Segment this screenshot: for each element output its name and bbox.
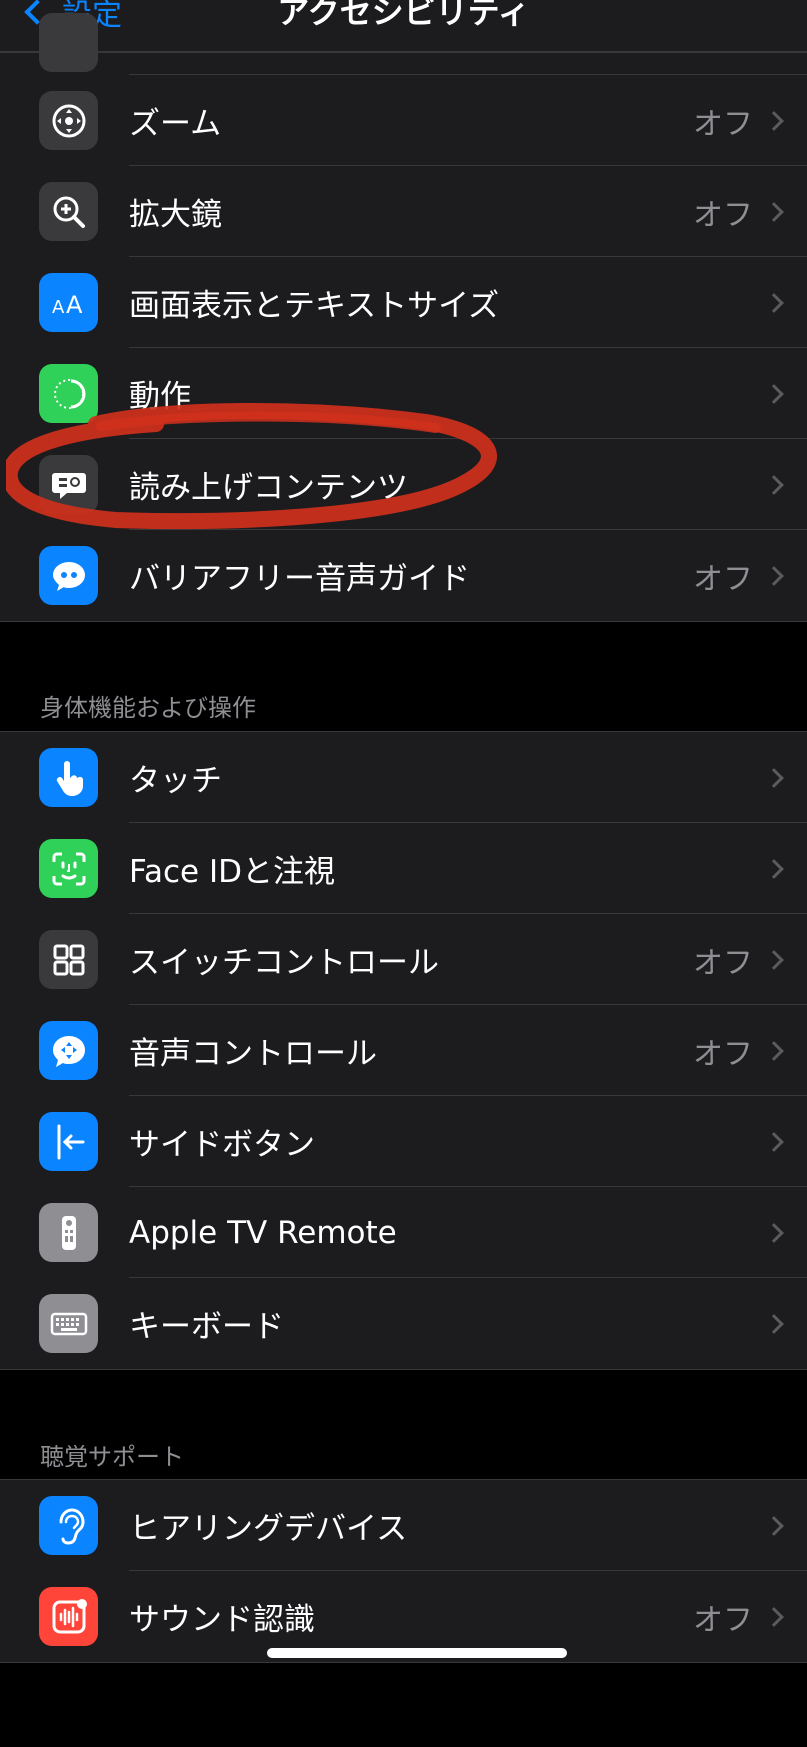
chevron-right-icon: [764, 110, 784, 131]
row-audio-description[interactable]: バリアフリー音声ガイド オフ: [0, 530, 807, 621]
tv-remote-icon: [39, 1203, 98, 1262]
row-label: バリアフリー音声ガイド: [129, 561, 470, 597]
row-label: ヒアリングデバイス: [129, 1511, 408, 1547]
spoken-content-icon: [39, 455, 98, 514]
chevron-right-icon: [764, 292, 784, 313]
row-label: スイッチコントロール: [129, 945, 439, 981]
page-title: アクセシビリティ: [277, 0, 530, 31]
row-label: タッチ: [129, 763, 222, 799]
physical-group: タッチ Face IDと注視 スイッチコントロール オフ 音声コントロール オフ…: [0, 731, 807, 1370]
motion-icon: [39, 364, 98, 423]
zoom-icon: [39, 91, 98, 150]
keyboard-icon: [39, 1294, 98, 1353]
row-keyboard[interactable]: キーボード: [0, 1278, 807, 1369]
row-label: キーボード: [129, 1309, 284, 1345]
row-label: 画面表示とテキストサイズ: [129, 288, 500, 324]
chevron-right-icon: [764, 1040, 784, 1061]
chevron-right-icon: [764, 1222, 784, 1243]
chevron-right-icon: [764, 383, 784, 404]
row-label: 読み上げコンテンツ: [129, 470, 408, 506]
text-size-icon: AA: [39, 273, 98, 332]
chevron-right-icon: [764, 949, 784, 970]
list-item-partial[interactable]: [0, 13, 807, 75]
row-side-button[interactable]: サイドボタン: [0, 1096, 807, 1187]
magnifier-icon: [39, 182, 98, 241]
row-label: サイドボタン: [129, 1127, 315, 1163]
voice-control-icon: [39, 1021, 98, 1080]
chevron-right-icon: [764, 1606, 784, 1627]
partial-icon: [39, 13, 98, 72]
hearing-group: ヒアリングデバイス サウンド認識 オフ: [0, 1479, 807, 1663]
sound-recognition-icon: [39, 1587, 98, 1646]
row-voice-control[interactable]: 音声コントロール オフ: [0, 1005, 807, 1096]
row-magnifier[interactable]: 拡大鏡 オフ: [0, 166, 807, 257]
ear-icon: [39, 1496, 98, 1555]
row-switch-control[interactable]: スイッチコントロール オフ: [0, 914, 807, 1005]
row-spoken-content[interactable]: 読み上げコンテンツ: [0, 439, 807, 530]
chevron-right-icon: [764, 201, 784, 222]
chevron-right-icon: [764, 1515, 784, 1536]
row-label: 音声コントロール: [129, 1036, 377, 1072]
chevron-right-icon: [764, 858, 784, 879]
row-value: オフ: [693, 106, 753, 142]
row-apple-tv-remote[interactable]: Apple TV Remote: [0, 1187, 807, 1278]
section-header-physical: 身体機能および操作: [40, 694, 256, 722]
row-label: 拡大鏡: [129, 197, 222, 233]
chevron-right-icon: [764, 565, 784, 586]
row-hearing-devices[interactable]: ヒアリングデバイス: [0, 1480, 807, 1571]
navigation-bar: 設定 アクセシビリティ: [0, 0, 807, 52]
chevron-right-icon: [764, 1313, 784, 1334]
row-touch[interactable]: タッチ: [0, 732, 807, 823]
row-value: オフ: [693, 197, 753, 233]
row-label: 動作: [129, 379, 191, 415]
chevron-right-icon: [764, 1131, 784, 1152]
row-label: Apple TV Remote: [129, 1214, 397, 1251]
row-value: オフ: [693, 561, 753, 597]
chevron-right-icon: [764, 474, 784, 495]
audio-description-icon: [39, 546, 98, 605]
row-value: オフ: [693, 945, 753, 981]
row-value: オフ: [693, 1036, 753, 1072]
touch-icon: [39, 748, 98, 807]
row-label: Face IDと注視: [129, 854, 335, 890]
row-value: オフ: [693, 1602, 753, 1638]
face-id-icon: [39, 839, 98, 898]
row-motion[interactable]: 動作: [0, 348, 807, 439]
vision-group: ズーム オフ 拡大鏡 オフ AA 画面表示とテキストサイズ 動作 読み上げコンテ…: [0, 13, 807, 622]
home-indicator[interactable]: [267, 1648, 567, 1658]
side-button-icon: [39, 1112, 98, 1171]
row-zoom[interactable]: ズーム オフ: [0, 75, 807, 166]
section-header-hearing: 聴覚サポート: [40, 1443, 184, 1471]
svg-text:A: A: [52, 297, 65, 318]
row-label: サウンド認識: [129, 1602, 315, 1638]
switch-control-icon: [39, 930, 98, 989]
row-display-text-size[interactable]: AA 画面表示とテキストサイズ: [0, 257, 807, 348]
svg-text:A: A: [66, 291, 83, 319]
row-label: ズーム: [129, 106, 222, 142]
row-face-id[interactable]: Face IDと注視: [0, 823, 807, 914]
chevron-right-icon: [764, 767, 784, 788]
